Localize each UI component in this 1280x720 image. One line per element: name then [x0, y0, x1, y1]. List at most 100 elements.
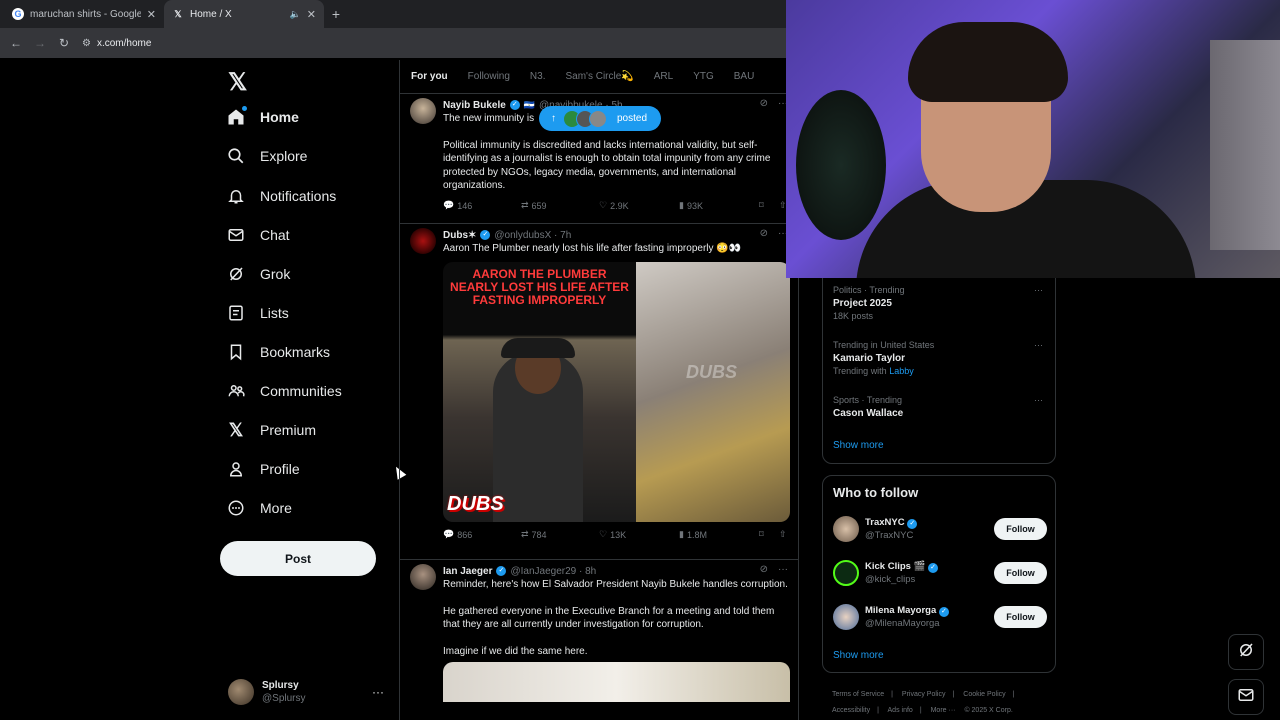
tab-bau[interactable]: BAU [734, 71, 755, 82]
like-button[interactable]: ♡ 13K [599, 529, 626, 540]
trend-item[interactable]: Trending in United States Kamario Taylor… [833, 339, 1047, 378]
avatar[interactable] [410, 228, 436, 254]
grok-icon[interactable]: ⊘ [760, 98, 768, 109]
nav-grok[interactable]: Grok [226, 262, 290, 286]
more-dots-icon[interactable]: ··· [1034, 394, 1043, 407]
suggestion-handle: @TraxNYC [865, 530, 914, 541]
tweet-handle-time[interactable]: @onlydubsX · 7h [494, 230, 571, 241]
footer-link[interactable]: Terms of Service [832, 691, 884, 698]
tweet-media[interactable]: AARON THE PLUMBER NEARLY LOST HIS LIFE A… [443, 261, 790, 522]
like-button[interactable]: ♡ 2.9K [599, 200, 629, 211]
nav-chat[interactable]: Chat [226, 223, 290, 247]
tweet-text: Reminder, here's how El Salvador Preside… [443, 579, 788, 590]
tweet-author-name[interactable]: Dubs✶ [443, 230, 476, 241]
follow-button[interactable]: Follow [994, 518, 1047, 540]
new-posts-pill[interactable]: ↑ posted [539, 106, 661, 131]
nav-home[interactable]: Home [226, 105, 299, 129]
tab-ytg[interactable]: YTG [693, 71, 714, 82]
site-info-icon[interactable]: ⚙ [82, 38, 91, 49]
footer-link[interactable]: More ··· [931, 707, 956, 714]
hat-shape [501, 337, 575, 358]
tab-sams-circle[interactable]: Sam's Circle💫 [565, 71, 633, 82]
grok-float-button[interactable] [1228, 634, 1264, 670]
post-button[interactable]: Post [220, 541, 376, 576]
grok-icon[interactable]: ⊘ [760, 564, 768, 575]
messages-float-button[interactable] [1228, 679, 1264, 715]
tweet-handle-time[interactable]: @IanJaeger29 · 8h [510, 566, 596, 577]
trend-title: Cason Wallace [833, 408, 904, 419]
nav-bookmarks[interactable]: Bookmarks [226, 340, 330, 364]
nav-premium[interactable]: 𝕏 Premium [226, 418, 316, 442]
footer-link[interactable]: Cookie Policy [963, 691, 1005, 698]
footer-link[interactable]: Ads info [888, 707, 913, 714]
nav-lists[interactable]: Lists [226, 301, 289, 325]
reply-button[interactable]: 💬 146 [443, 200, 472, 211]
tweet-media[interactable] [443, 662, 790, 702]
avatar[interactable] [410, 98, 436, 124]
trend-item[interactable]: Politics · Trending Project 2025 18K pos… [833, 284, 1047, 323]
bookmark-icon[interactable]: ⌑ [759, 529, 764, 540]
browser-tab-google[interactable]: G maruchan shirts - Google Sear ✕ [4, 0, 164, 28]
account-switcher[interactable]: Splursy @Splursy ··· [228, 679, 388, 705]
nav-more[interactable]: More [226, 496, 292, 520]
more-dots-icon[interactable]: ··· [1034, 339, 1043, 352]
grok-icon[interactable]: ⊘ [760, 228, 768, 239]
nav-notifications[interactable]: Notifications [226, 184, 336, 208]
tab-n3[interactable]: N3. [530, 71, 546, 82]
media-image-right: DUBS [636, 261, 790, 522]
tweet[interactable]: Ian Jaeger ✓ @IanJaeger29 · 8h ⊘ ··· Remi… [400, 560, 798, 720]
tab-title: Home / X [190, 8, 232, 20]
nav-communities[interactable]: Communities [226, 379, 342, 403]
verified-badge-icon: ✓ [938, 607, 949, 617]
nav-explore[interactable]: Explore [226, 144, 307, 168]
reload-icon[interactable]: ↻ [54, 33, 74, 53]
footer-link[interactable]: Accessibility [832, 707, 870, 714]
tab-arl[interactable]: ARL [654, 71, 673, 82]
x-icon: 𝕏 [174, 8, 182, 19]
follow-suggestion[interactable]: TraxNYC ✓ @TraxNYC Follow [833, 514, 1047, 544]
user-icon [226, 459, 246, 479]
views-button[interactable]: ▮ 1.8M [679, 529, 707, 540]
tweet-author-name[interactable]: Ian Jaeger [443, 566, 492, 577]
browser-tab-x[interactable]: 𝕏 Home / X 🔈 ✕ [164, 0, 324, 28]
follow-button[interactable]: Follow [994, 606, 1047, 628]
footer-link[interactable]: Privacy Policy [902, 691, 946, 698]
new-tab-button[interactable]: + [324, 0, 348, 28]
repost-button[interactable]: ⇄ 784 [521, 529, 547, 540]
url-field[interactable]: ⚙ x.com/home [82, 32, 786, 54]
views-button[interactable]: ▮ 93K [679, 200, 703, 211]
reply-button[interactable]: 💬 866 [443, 529, 472, 540]
follow-suggestion[interactable]: Kick Clips 🎬 ✓ @kick_clips Follow [833, 558, 1047, 588]
more-dots-icon[interactable]: ··· [1034, 284, 1043, 297]
suggestion-handle: @MilenaMayorga [865, 618, 940, 629]
tab-following[interactable]: Following [468, 71, 510, 82]
footer-sep: | [919, 707, 922, 714]
tweet-author-name[interactable]: Nayib Bukele [443, 100, 506, 111]
trend-context: Sports · Trending [833, 395, 903, 405]
forward-icon[interactable]: → [30, 33, 50, 53]
follow-suggestion[interactable]: Milena Mayorga ✓ @MilenaMayorga Follow [833, 602, 1047, 632]
tweet[interactable]: Dubs✶ ✓ @onlydubsX · 7h ⊘ ··· Aaron The P… [400, 224, 798, 560]
show-more-link[interactable]: Show more [833, 650, 884, 661]
avatar[interactable] [410, 564, 436, 590]
more-dots-icon[interactable]: ··· [372, 685, 384, 699]
tab-for-you[interactable]: For you [411, 71, 448, 82]
close-tab-icon[interactable]: ✕ [147, 8, 156, 21]
close-tab-icon[interactable]: ✕ [307, 8, 316, 21]
show-more-link[interactable]: Show more [833, 440, 884, 451]
more-dots-icon[interactable]: ··· [778, 564, 788, 575]
share-icon[interactable]: ⇧ [779, 529, 787, 540]
back-icon[interactable]: ← [6, 33, 26, 53]
trend-item[interactable]: Sports · Trending Cason Wallace ··· [833, 394, 1047, 420]
follow-button[interactable]: Follow [994, 562, 1047, 584]
speaker-icon[interactable]: 🔈 [290, 9, 301, 20]
watermark: DUBS [686, 361, 738, 382]
webcam-overlay [786, 0, 1280, 278]
x-logo-icon[interactable]: 𝕏 [228, 68, 247, 97]
bookmark-icon[interactable]: ⌑ [759, 200, 764, 211]
trend-meta: Trending with [833, 366, 887, 376]
nav-profile[interactable]: Profile [226, 457, 300, 481]
hair-shape [908, 22, 1068, 102]
repost-button[interactable]: ⇄ 659 [521, 200, 547, 211]
trend-link[interactable]: Labby [889, 366, 914, 376]
